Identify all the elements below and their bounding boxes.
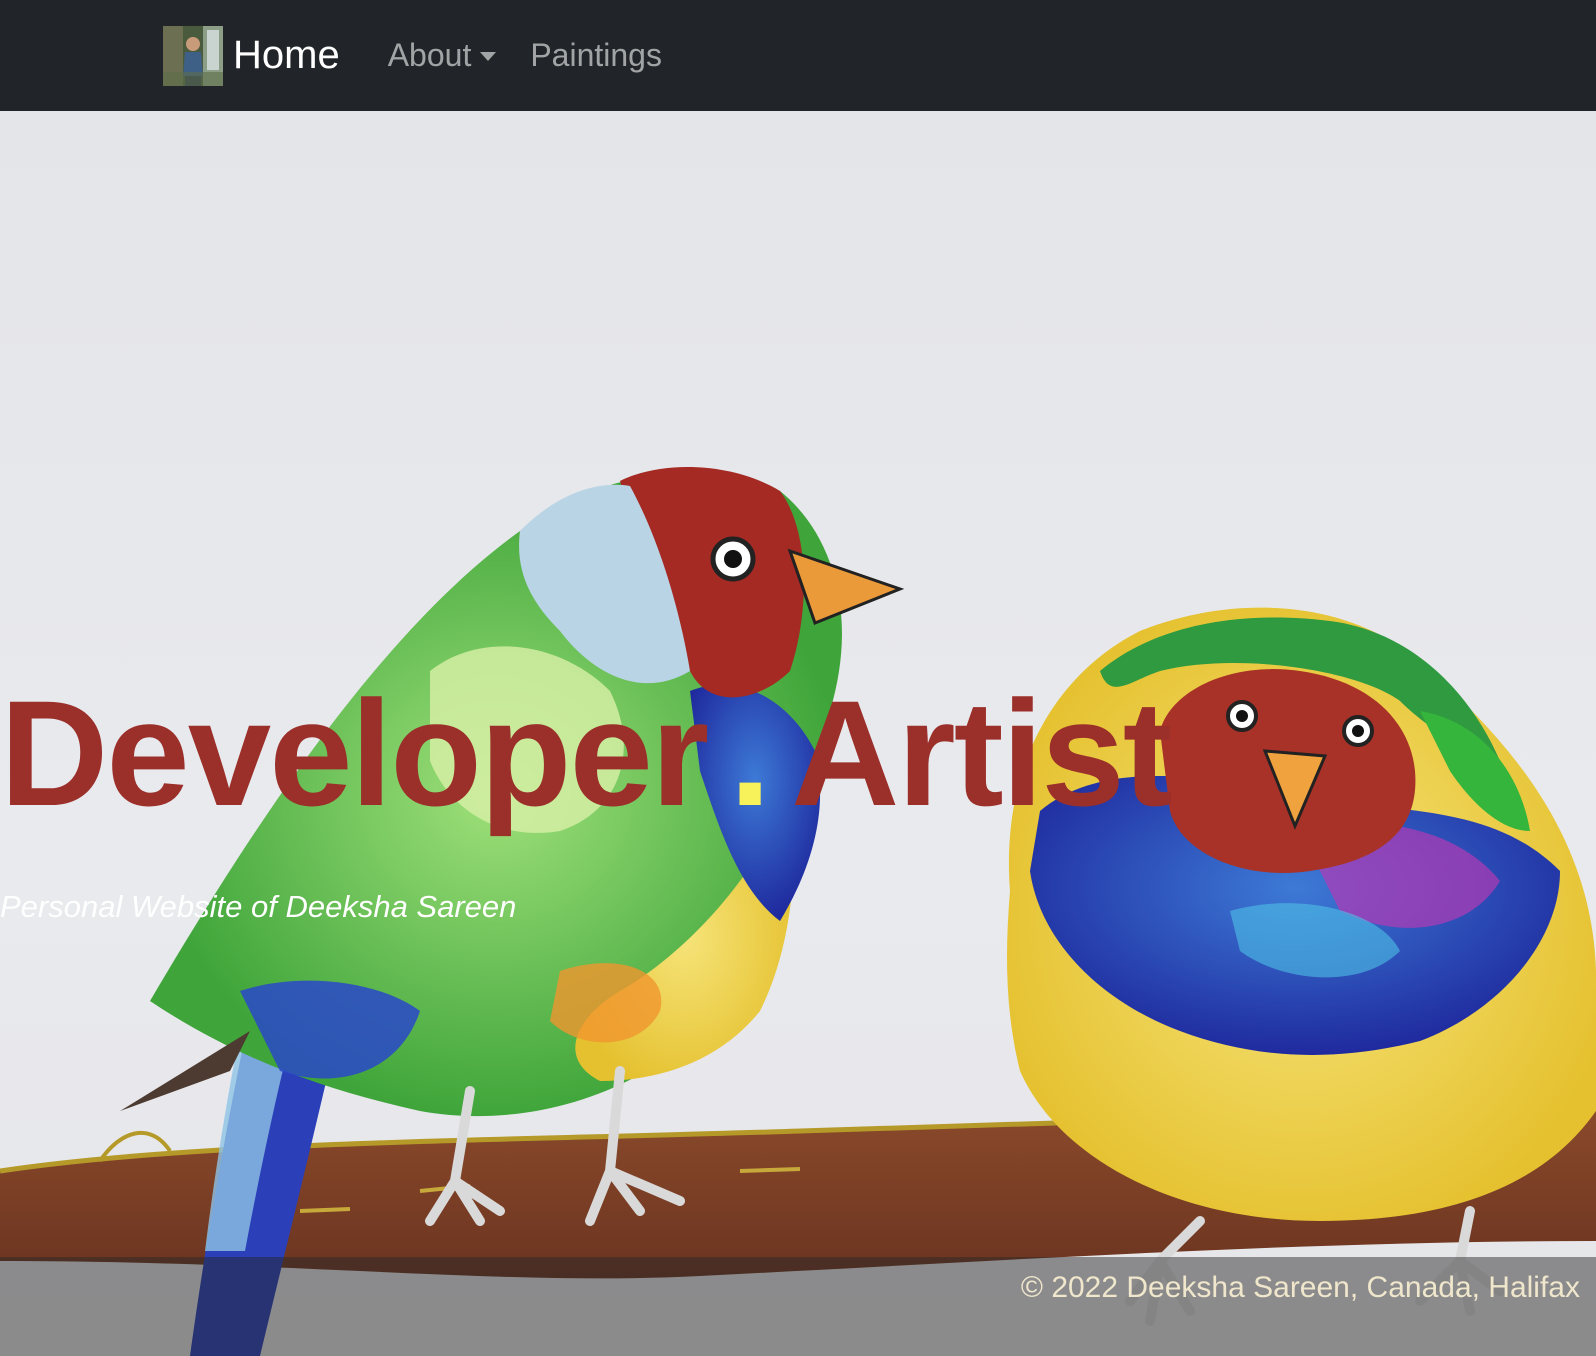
caret-down-icon — [480, 52, 497, 61]
top-navbar: Home About Paintings — [0, 0, 1596, 111]
page-footer: © 2022 Deeksha Sareen, Canada, Halifax — [0, 1257, 1596, 1356]
hero-title-developer: Developer — [0, 669, 709, 837]
footer-copyright: © 2022 Deeksha Sareen, Canada, Halifax — [1020, 1271, 1580, 1304]
hero-section: Developer. Artist Personal Website of Dee… — [0, 111, 1596, 1356]
brand-home-link[interactable]: Home — [163, 25, 340, 86]
hero-title-separator: . — [729, 669, 771, 837]
brand-label: Home — [233, 33, 340, 77]
hero-title-artist: Artist — [791, 669, 1173, 837]
nav-paintings-link[interactable]: Paintings — [530, 37, 662, 74]
nav-about-label: About — [387, 37, 472, 73]
hero-title: Developer. Artist — [0, 667, 1173, 840]
nav-about-dropdown[interactable]: About — [388, 37, 497, 74]
hero-subtitle: Personal Website of Deeksha Sareen — [0, 889, 517, 924]
avatar-icon — [163, 25, 223, 86]
nav-paintings-label: Paintings — [530, 37, 662, 73]
